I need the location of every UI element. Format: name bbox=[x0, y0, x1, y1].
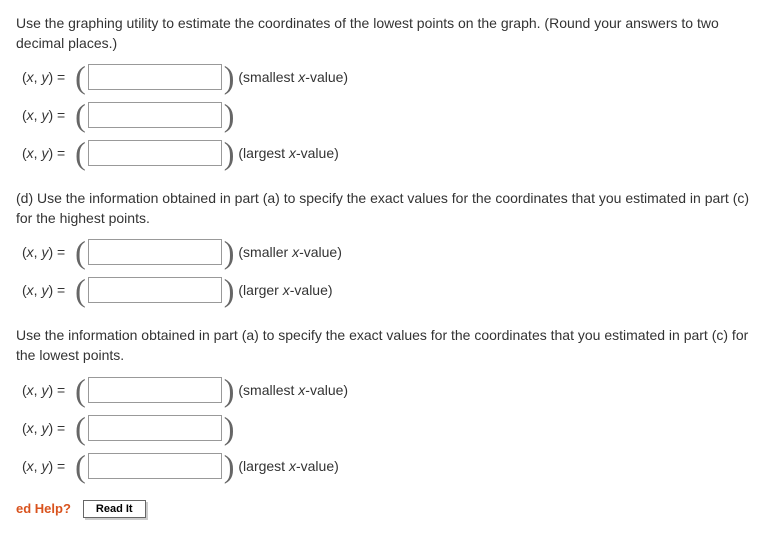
input-row: (x, y) = ( ) (largest x-value) bbox=[16, 452, 753, 480]
input-row: (x, y) = ( ) (largest x-value) bbox=[16, 139, 753, 167]
close-paren: ) bbox=[224, 276, 235, 304]
hint-text: (larger x-value) bbox=[238, 282, 332, 298]
hint-text: (largest x-value) bbox=[238, 145, 338, 161]
open-paren: ( bbox=[75, 139, 86, 167]
hint-text: (smallest x-value) bbox=[238, 382, 348, 398]
hint-text: (smaller x-value) bbox=[238, 244, 341, 260]
answer-input[interactable] bbox=[88, 239, 222, 265]
section-c-prompt: Use the graphing utility to estimate the… bbox=[16, 14, 753, 53]
xy-label: (x, y) = bbox=[22, 145, 69, 161]
close-paren: ) bbox=[224, 238, 235, 266]
input-row: (x, y) = ( ) (smallest x-value) bbox=[16, 63, 753, 91]
answer-input[interactable] bbox=[88, 140, 222, 166]
xy-label: (x, y) = bbox=[22, 69, 69, 85]
answer-input[interactable] bbox=[88, 453, 222, 479]
input-row: (x, y) = ( ) (smallest x-value) bbox=[16, 376, 753, 404]
open-paren: ( bbox=[75, 101, 86, 129]
xy-label: (x, y) = bbox=[22, 458, 69, 474]
close-paren: ) bbox=[224, 414, 235, 442]
close-paren: ) bbox=[224, 101, 235, 129]
hint-text: (largest x-value) bbox=[238, 458, 338, 474]
open-paren: ( bbox=[75, 238, 86, 266]
read-it-button[interactable]: Read It bbox=[83, 500, 146, 518]
close-paren: ) bbox=[224, 376, 235, 404]
section-d-low-prompt: Use the information obtained in part (a)… bbox=[16, 326, 753, 365]
open-paren: ( bbox=[75, 276, 86, 304]
answer-input[interactable] bbox=[88, 377, 222, 403]
close-paren: ) bbox=[224, 63, 235, 91]
answer-input[interactable] bbox=[88, 102, 222, 128]
input-row: (x, y) = ( ) bbox=[16, 414, 753, 442]
section-d-high-prompt: (d) Use the information obtained in part… bbox=[16, 189, 753, 228]
open-paren: ( bbox=[75, 63, 86, 91]
xy-label: (x, y) = bbox=[22, 382, 69, 398]
open-paren: ( bbox=[75, 414, 86, 442]
help-label: ed Help? bbox=[16, 501, 71, 516]
hint-text: (smallest x-value) bbox=[238, 69, 348, 85]
open-paren: ( bbox=[75, 452, 86, 480]
open-paren: ( bbox=[75, 376, 86, 404]
input-row: (x, y) = ( ) (larger x-value) bbox=[16, 276, 753, 304]
input-row: (x, y) = ( ) (smaller x-value) bbox=[16, 238, 753, 266]
xy-label: (x, y) = bbox=[22, 244, 69, 260]
close-paren: ) bbox=[224, 452, 235, 480]
answer-input[interactable] bbox=[88, 277, 222, 303]
close-paren: ) bbox=[224, 139, 235, 167]
xy-label: (x, y) = bbox=[22, 420, 69, 436]
xy-label: (x, y) = bbox=[22, 107, 69, 123]
answer-input[interactable] bbox=[88, 64, 222, 90]
input-row: (x, y) = ( ) bbox=[16, 101, 753, 129]
answer-input[interactable] bbox=[88, 415, 222, 441]
xy-label: (x, y) = bbox=[22, 282, 69, 298]
help-row: ed Help? Read It bbox=[16, 500, 753, 518]
